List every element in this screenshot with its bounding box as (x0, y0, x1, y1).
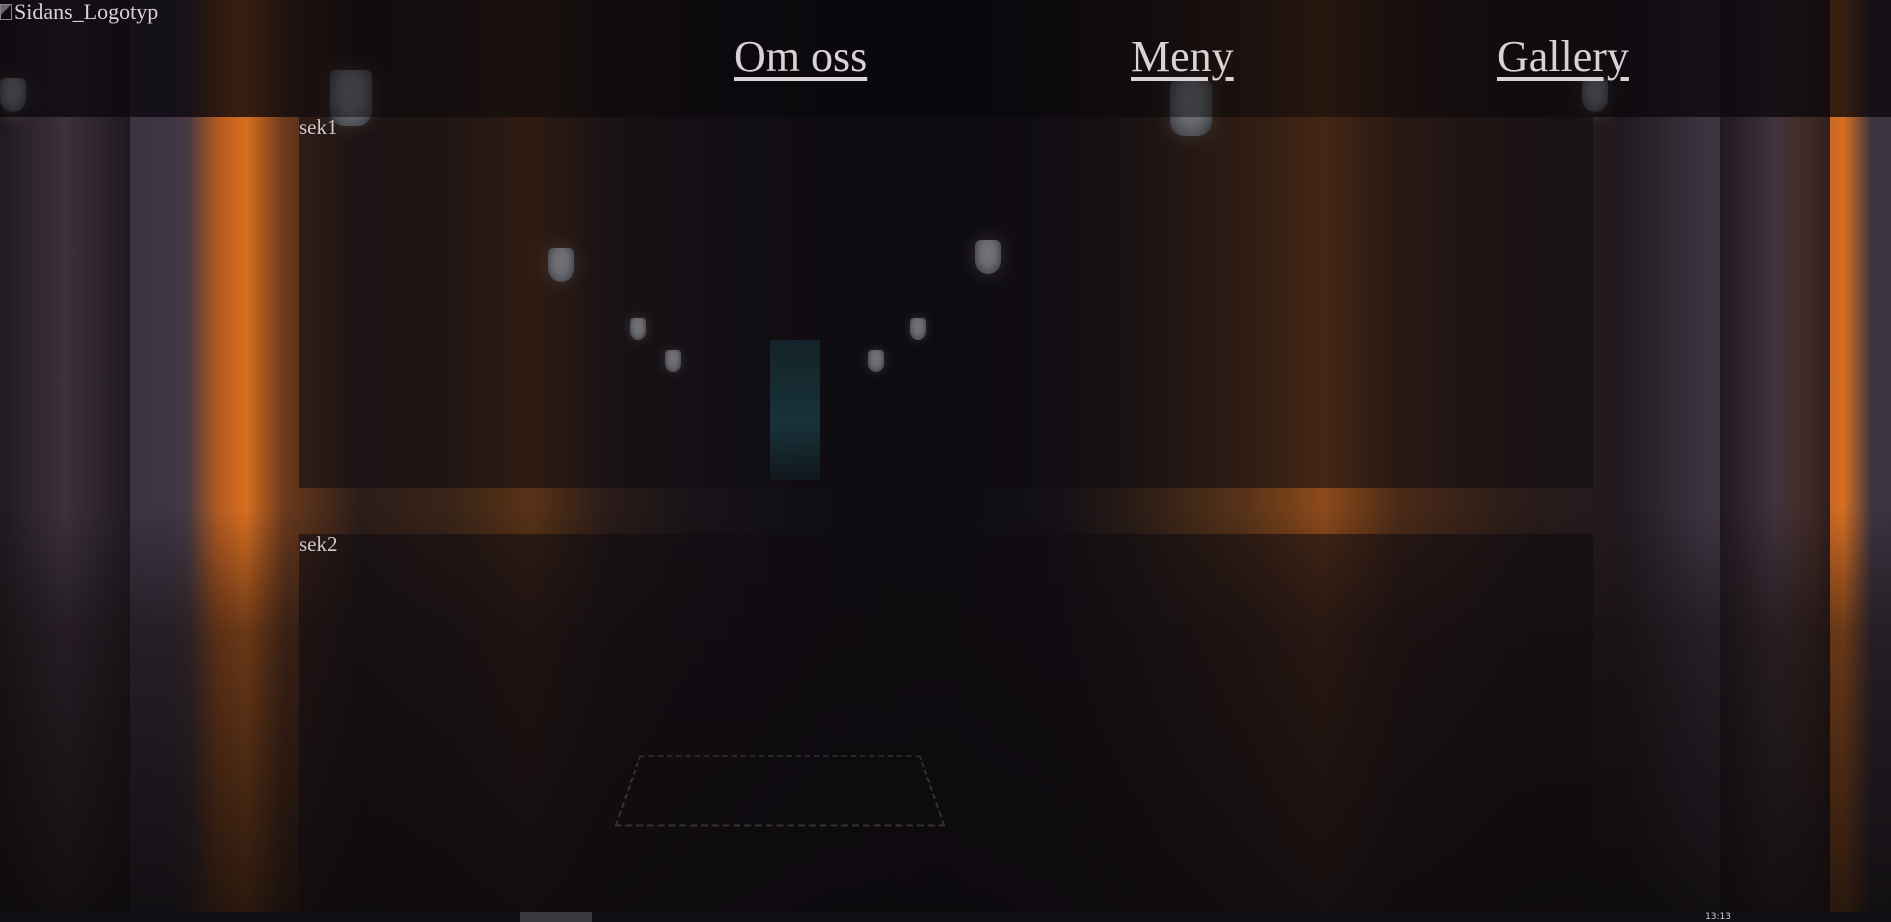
nav-link-om-oss[interactable]: Om oss (734, 30, 867, 84)
site-logo[interactable]: Sidans_Logotyp (0, 0, 158, 24)
taskbar-clock: 13:13 (1705, 912, 1731, 922)
taskbar-active-app[interactable] (520, 912, 592, 922)
section-label: sek2 (299, 532, 338, 556)
nav-link-gallery[interactable]: Gallery (1497, 30, 1629, 84)
broken-image-icon (0, 4, 12, 20)
section-label: sek1 (299, 115, 338, 139)
section-sek2: sek2 (299, 532, 1593, 914)
taskbar: 13:13 (0, 912, 1891, 922)
page: Sidans_Logotyp Om oss Meny Gallery sek1 … (0, 0, 1891, 922)
section-sek1: sek1 (299, 115, 1593, 488)
logo-alt-text: Sidans_Logotyp (14, 0, 159, 24)
nav-link-meny[interactable]: Meny (1131, 30, 1234, 84)
site-header: Sidans_Logotyp Om oss Meny Gallery (0, 0, 1891, 117)
